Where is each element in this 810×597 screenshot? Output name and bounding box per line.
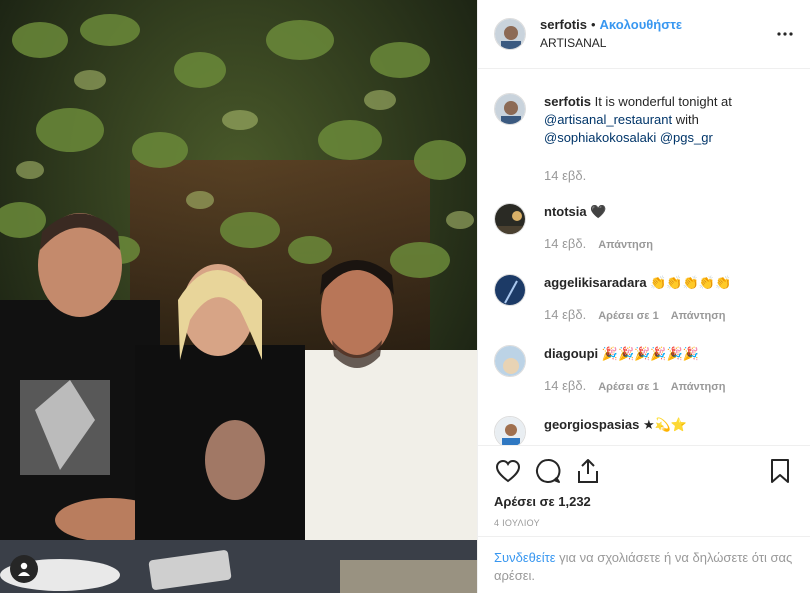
commenter-avatar-image: [495, 204, 525, 234]
caption-time[interactable]: 14 εβδ.: [544, 168, 586, 183]
comment-time[interactable]: 14 εβδ.: [544, 378, 586, 393]
caption-body: serfotis It is wonderful tonight at @art…: [544, 93, 784, 185]
comment-item: diagoupi 🎉🎉🎉🎉🎉🎉 14 εβδ. Αρέσει σε 1 Απάντη…: [494, 345, 794, 396]
header-meta: serfotis • Ακολουθήστε ARTISANAL: [540, 16, 682, 52]
comment-time[interactable]: 14 εβδ.: [544, 236, 586, 251]
post-photo[interactable]: [0, 0, 477, 593]
comment-likes[interactable]: Αρέσει σε 1: [598, 381, 659, 393]
follow-button[interactable]: Ακολουθήστε: [600, 17, 683, 32]
post-panel: serfotis • Ακολουθήστε ARTISANAL serfoti…: [477, 0, 810, 593]
photo-illustration: [0, 0, 477, 593]
comment-actions: 14 εβδ. Αρέσει σε 1 Απάντηση: [544, 377, 784, 396]
comment-username[interactable]: georgiospasias: [544, 417, 639, 432]
comment-text: ★💫⭐: [643, 417, 688, 432]
comment-username[interactable]: ntotsia: [544, 204, 587, 219]
comment-time[interactable]: 14 εβδ.: [544, 307, 586, 322]
author-avatar[interactable]: [494, 18, 526, 50]
comment-item: aggelikisaradara 👏👏👏👏👏 14 εβδ. Αρέσει σε …: [494, 274, 794, 325]
post-location[interactable]: ARTISANAL: [540, 34, 682, 52]
caption-text: It is wonderful tonight at: [594, 94, 732, 109]
comment-text: 👏👏👏👏👏: [650, 275, 732, 290]
heart-icon[interactable]: [494, 457, 522, 485]
comment-body: diagoupi 🎉🎉🎉🎉🎉🎉 14 εβδ. Αρέσει σε 1 Απάντη…: [544, 345, 784, 396]
post-header: serfotis • Ακολουθήστε ARTISANAL: [478, 0, 810, 69]
comment-text: 🖤: [590, 204, 607, 219]
comment-item: georgiospasias ★💫⭐: [494, 416, 794, 445]
caption: serfotis It is wonderful tonight at @art…: [494, 93, 794, 185]
comment-body: aggelikisaradara 👏👏👏👏👏 14 εβδ. Αρέσει σε …: [544, 274, 784, 325]
reply-button[interactable]: Απάντηση: [671, 310, 726, 322]
commenter-avatar[interactable]: [494, 203, 526, 235]
login-prompt: Συνδεθείτε για να σχολιάσετε ή να δηλώσε…: [478, 536, 810, 597]
commenter-avatar-image: [495, 346, 525, 376]
comment-body: georgiospasias ★💫⭐: [544, 416, 784, 445]
caption-username[interactable]: serfotis: [544, 94, 591, 109]
comment-username[interactable]: aggelikisaradara: [544, 275, 647, 290]
author-avatar-image: [495, 19, 525, 49]
comments-list[interactable]: serfotis It is wonderful tonight at @art…: [478, 69, 810, 445]
likes-count[interactable]: Αρέσει σε 1,232: [478, 494, 810, 509]
separator-dot: •: [590, 17, 596, 32]
mention-sophiakokosalaki[interactable]: @sophiakokosalaki: [544, 130, 656, 145]
comment-username[interactable]: diagoupi: [544, 346, 598, 361]
comment-body: ntotsia 🖤 14 εβδ. Απάντηση: [544, 203, 784, 254]
bookmark-icon[interactable]: [766, 457, 794, 485]
comment-likes[interactable]: Αρέσει σε 1: [598, 310, 659, 322]
caption-with: with: [675, 112, 699, 127]
share-icon[interactable]: [574, 457, 602, 485]
action-bar: [478, 446, 810, 486]
reply-button[interactable]: Απάντηση: [598, 239, 653, 251]
reply-button[interactable]: Απάντηση: [671, 381, 726, 393]
mention-artisanal[interactable]: @artisanal_restaurant: [544, 112, 672, 127]
caption-avatar[interactable]: [494, 93, 526, 125]
user-tag-button[interactable]: [10, 555, 38, 583]
post-date[interactable]: 4 ΙΟΥΛΙΟΥ: [478, 518, 810, 528]
commenter-avatar[interactable]: [494, 416, 526, 445]
comment-actions: 14 εβδ. Απάντηση: [544, 235, 784, 254]
commenter-avatar-image: [495, 417, 525, 445]
mention-pgs-gr[interactable]: @pgs_gr: [660, 130, 713, 145]
commenter-avatar[interactable]: [494, 274, 526, 306]
commenter-avatar[interactable]: [494, 345, 526, 377]
post-view: serfotis • Ακολουθήστε ARTISANAL serfoti…: [0, 0, 810, 593]
comment-icon[interactable]: [534, 457, 562, 485]
user-tag-icon: [18, 562, 30, 576]
author-username[interactable]: serfotis: [540, 17, 587, 32]
comment-actions: 14 εβδ. Αρέσει σε 1 Απάντηση: [544, 306, 784, 325]
commenter-avatar-image: [495, 275, 525, 305]
login-link[interactable]: Συνδεθείτε: [494, 550, 556, 565]
caption-avatar-image: [495, 94, 525, 124]
comment-text: 🎉🎉🎉🎉🎉🎉: [601, 346, 699, 361]
caption-actions: 14 εβδ.: [544, 167, 784, 185]
more-options-button[interactable]: [776, 25, 794, 43]
comment-item: ntotsia 🖤 14 εβδ. Απάντηση: [494, 203, 794, 254]
more-options-icon: [777, 32, 793, 36]
post-actions-section: Αρέσει σε 1,232 4 ΙΟΥΛΙΟΥ: [478, 445, 810, 528]
